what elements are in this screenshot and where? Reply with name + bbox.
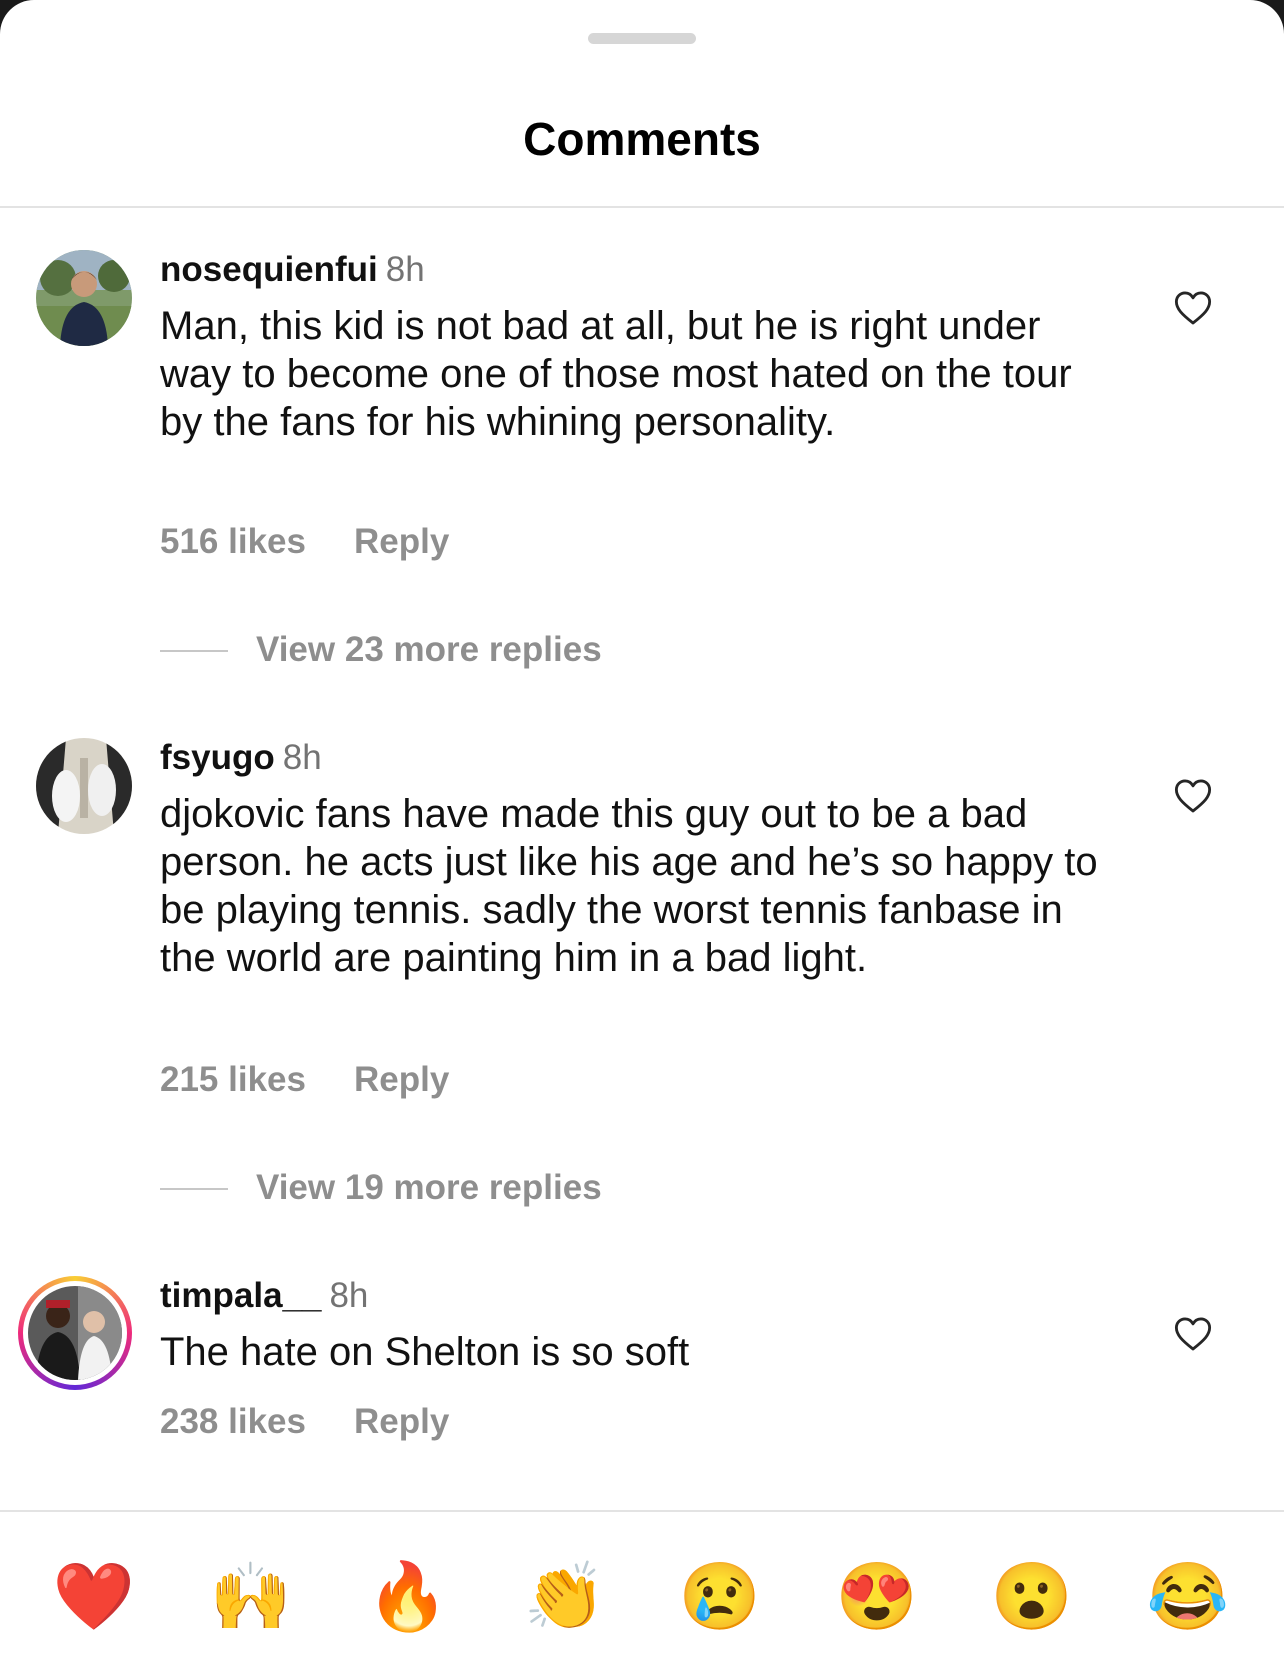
avatar-photo	[36, 738, 132, 834]
header-divider	[0, 206, 1284, 208]
comment-meta: nosequienfui 8h	[160, 250, 425, 290]
reply-button[interactable]: Reply	[354, 1060, 449, 1099]
comment-username[interactable]: fsyugo	[160, 738, 275, 777]
footer-divider	[0, 1510, 1284, 1512]
avatar-photo	[36, 250, 132, 346]
like-heart-icon[interactable]	[1174, 290, 1212, 326]
heart-eyes-emoji-button[interactable]: 😍	[829, 1548, 925, 1644]
comment-text: The hate on Shelton is so soft	[160, 1330, 690, 1374]
emoji-quick-reactions: ❤️ 🙌 🔥 👏 😢 😍 😮 😂	[0, 1548, 1284, 1644]
avatar-story-ring[interactable]	[18, 1276, 132, 1390]
reply-button[interactable]: Reply	[354, 1402, 449, 1441]
comment-time: 8h	[282, 738, 322, 777]
comment-actions: 516 likes Reply	[160, 522, 497, 562]
reply-button[interactable]: Reply	[354, 522, 449, 561]
like-heart-icon[interactable]	[1174, 778, 1212, 814]
comment-actions: 238 likes Reply	[160, 1402, 497, 1442]
comment-likes[interactable]: 215 likes	[160, 1060, 306, 1099]
view-replies-link[interactable]: View 23 more replies	[256, 630, 602, 670]
comments-sheet: Comments nosequienfui 8h Man, this kid is…	[0, 0, 1284, 1661]
comment-text: djokovic fans have made this guy out to …	[160, 792, 1098, 980]
comment-likes[interactable]: 516 likes	[160, 522, 306, 561]
tears-of-joy-emoji-button[interactable]: 😂	[1140, 1548, 1236, 1644]
comment-username[interactable]: timpala__	[160, 1276, 321, 1315]
comment-actions: 215 likes Reply	[160, 1060, 497, 1100]
comment-meta: timpala__ 8h	[160, 1276, 368, 1316]
replies-line	[160, 650, 228, 652]
avatar[interactable]	[36, 250, 132, 346]
crying-face-emoji-button[interactable]: 😢	[672, 1548, 768, 1644]
surprised-face-emoji-button[interactable]: 😮	[984, 1548, 1080, 1644]
fire-emoji-button[interactable]: 🔥	[360, 1548, 456, 1644]
sheet-drag-handle[interactable]	[588, 33, 696, 44]
page-title: Comments	[523, 113, 761, 165]
like-heart-icon[interactable]	[1174, 1316, 1212, 1352]
raising-hands-emoji-button[interactable]: 🙌	[203, 1548, 299, 1644]
comment-text: Man, this kid is not bad at all, but he …	[160, 304, 1072, 444]
avatar-photo	[28, 1286, 122, 1380]
comment-likes[interactable]: 238 likes	[160, 1402, 306, 1441]
comment-meta: fsyugo 8h	[160, 738, 322, 778]
comment-time: 8h	[329, 1276, 369, 1315]
comment-username[interactable]: nosequienfui	[160, 250, 378, 289]
comment-time: 8h	[385, 250, 425, 289]
view-replies-link[interactable]: View 19 more replies	[256, 1168, 602, 1208]
replies-line	[160, 1188, 228, 1190]
avatar[interactable]	[36, 738, 132, 834]
clapping-hands-emoji-button[interactable]: 👏	[517, 1548, 613, 1644]
red-heart-emoji-button[interactable]: ❤️	[46, 1548, 142, 1644]
